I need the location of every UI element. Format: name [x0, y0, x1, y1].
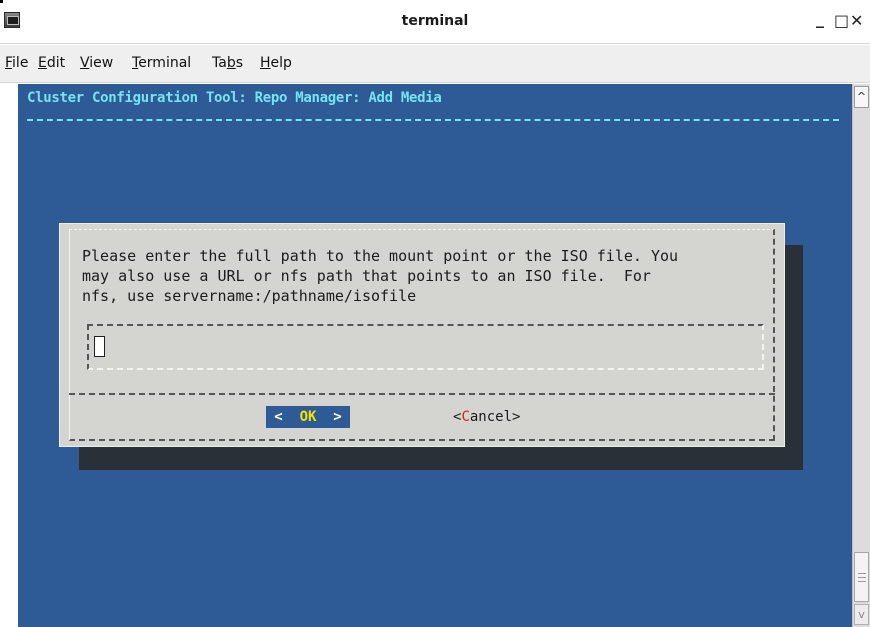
header-divider — [27, 119, 839, 121]
scroll-down-arrow-icon[interactable]: v — [854, 604, 869, 625]
scroll-up-arrow-icon[interactable]: ^ — [854, 86, 869, 108]
button-divider — [69, 393, 775, 395]
menu-edit-label: dit — [46, 55, 66, 71]
menu-tabs-hotkey: b — [226, 55, 236, 71]
menu-bar: File Edit View Terminal Tabs Help — [0, 45, 870, 83]
grip-line — [858, 577, 866, 578]
maximize-button[interactable]: □ — [834, 12, 849, 30]
menu-view-label: iew — [89, 55, 114, 71]
menu-help-hotkey: H — [260, 55, 271, 71]
menu-tabs[interactable]: Tabs — [212, 55, 243, 71]
ok-button-left: < — [274, 409, 300, 425]
ok-button-right: > — [316, 409, 342, 425]
menu-help-label: elp — [270, 55, 292, 71]
menu-terminal[interactable]: Terminal — [132, 55, 191, 71]
close-button[interactable]: ✕ — [850, 12, 863, 30]
path-input[interactable] — [87, 324, 764, 370]
ok-button-label: OK — [299, 409, 317, 425]
menu-help[interactable]: Help — [260, 55, 292, 71]
window-title: terminal — [401, 13, 469, 29]
menu-file-hotkey: F — [5, 55, 13, 71]
dialog-message-line: may also use a URL or nfs path that poin… — [82, 267, 651, 285]
window-corner — [0, 0, 3, 3]
menu-view[interactable]: View — [80, 55, 113, 71]
scroll-thumb[interactable] — [854, 552, 869, 602]
dialog-message-line: nfs, use servername:/pathname/isofile — [82, 287, 417, 305]
title-bar: terminal _ □ ✕ — [0, 0, 870, 44]
cancel-button-hotkey: C — [461, 409, 470, 425]
menu-terminal-label: erminal — [138, 55, 192, 71]
grip-line — [858, 581, 866, 582]
menu-tabs-prefix: Ta — [212, 55, 227, 71]
menu-edit-hotkey: E — [38, 55, 47, 71]
vertical-scrollbar[interactable]: ^ v — [852, 84, 870, 627]
dialog-message-line: Please enter the full path to the mount … — [82, 247, 679, 265]
cancel-button[interactable]: <Cancel> — [453, 406, 520, 428]
minimize-button[interactable]: _ — [816, 10, 824, 28]
dialog-message: Please enter the full path to the mount … — [82, 246, 782, 306]
add-media-dialog: Please enter the full path to the mount … — [59, 223, 785, 447]
text-cursor — [94, 336, 105, 357]
menu-file[interactable]: File — [5, 55, 28, 71]
menu-edit[interactable]: Edit — [38, 55, 65, 71]
cancel-button-label: ancel> — [469, 409, 521, 425]
terminal-screen[interactable]: Cluster Configuration Tool: Repo Manager… — [18, 84, 852, 627]
menu-view-hotkey: V — [80, 55, 90, 71]
menu-tabs-label: s — [235, 55, 244, 71]
menu-file-label: ile — [12, 55, 29, 71]
ok-button[interactable]: < OK > — [266, 406, 350, 428]
grip-line — [858, 573, 866, 574]
screen-header: Cluster Configuration Tool: Repo Manager… — [27, 90, 442, 106]
